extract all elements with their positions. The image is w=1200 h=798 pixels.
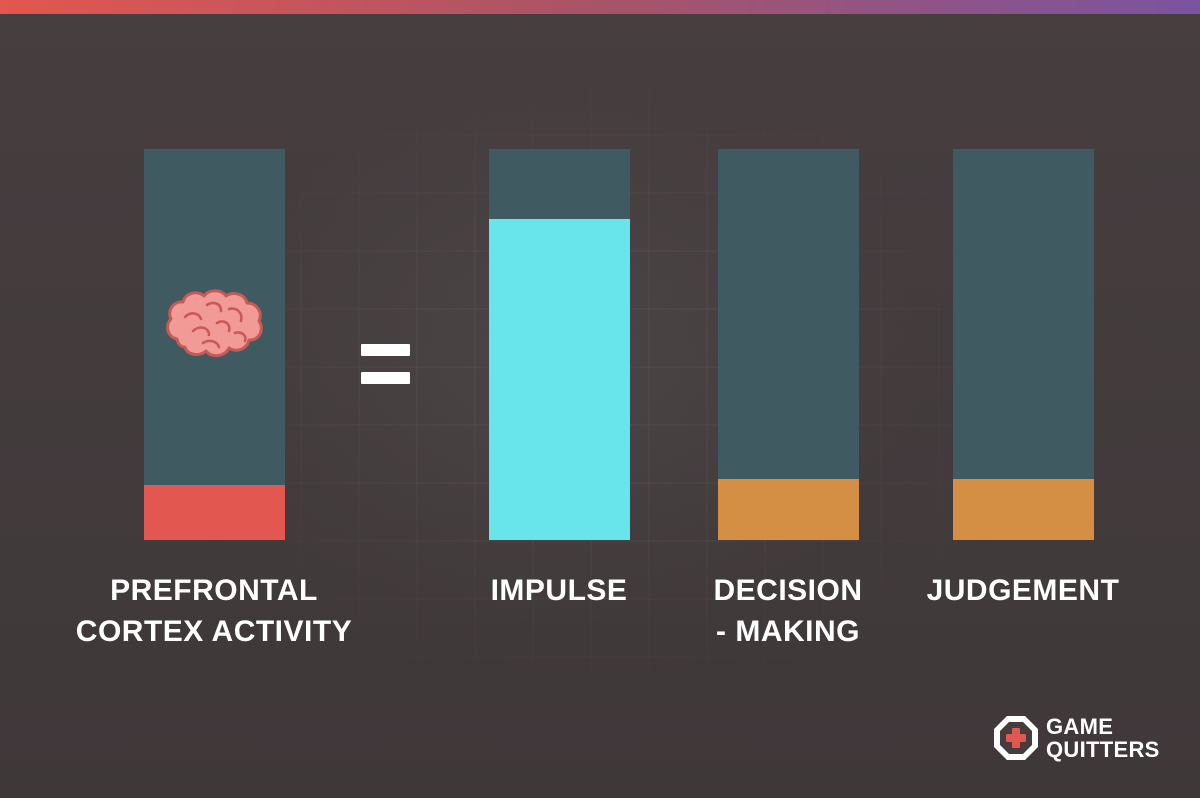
equals-line-bottom <box>361 372 410 384</box>
bar-judgement <box>953 479 1094 540</box>
bar-track <box>718 149 859 540</box>
brain-icon <box>166 289 263 357</box>
equals-sign <box>361 344 410 384</box>
bar-decision-making <box>718 479 859 540</box>
bar-track <box>489 149 630 540</box>
bar-track <box>953 149 1094 540</box>
label-judgement: JUDGEMENT <box>926 574 1120 607</box>
equals-line-top <box>361 344 410 356</box>
game-quitters-logo: GAME QUITTERS <box>992 714 1160 762</box>
bar-chart: PREFRONTAL CORTEX ACTIVITY IMPULSE DECIS… <box>0 0 1200 798</box>
bar-impulse <box>489 219 630 540</box>
logo-text: GAME QUITTERS <box>1046 714 1160 762</box>
bar-prefrontal-cortex-activity <box>144 485 285 540</box>
label-decision-making: DECISION - MAKING <box>713 574 863 648</box>
label-prefrontal-cortex-activity: PREFRONTAL CORTEX ACTIVITY <box>75 574 353 648</box>
label-impulse: IMPULSE <box>490 574 628 607</box>
gamepad-icon <box>994 716 1038 760</box>
